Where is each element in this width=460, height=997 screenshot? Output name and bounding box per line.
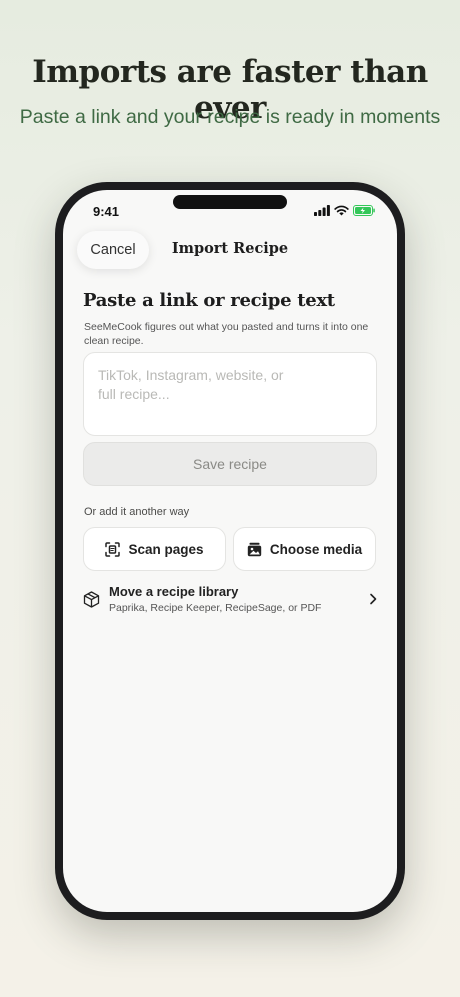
scan-icon (105, 541, 121, 557)
save-recipe-button[interactable]: Save recipe (83, 442, 377, 486)
section-description: SeeMeCook figures out what you pasted an… (84, 321, 369, 347)
dynamic-island (173, 195, 287, 209)
status-icons (314, 205, 375, 216)
promo-subhead: Paste a link and your recipe is ready in… (19, 106, 441, 128)
section-title: Paste a link or recipe text (83, 290, 335, 311)
library-title: Move a recipe library (109, 584, 239, 599)
recipe-link-input[interactable] (83, 352, 377, 436)
cancel-button[interactable]: Cancel (77, 231, 149, 269)
wifi-icon (334, 205, 349, 216)
battery-charging-icon (353, 205, 375, 216)
chevron-right-icon (369, 593, 377, 605)
status-time: 9:41 (93, 204, 120, 219)
choose-media-label: Choose media (269, 541, 363, 557)
choose-media-button[interactable]: Choose media (233, 527, 376, 571)
photo-library-icon (247, 542, 262, 557)
phone-screen: 9:41 Cancel Import Recipe Paste a link o… (63, 190, 397, 912)
signal-icon (314, 205, 330, 216)
phone-frame: 9:41 Cancel Import Recipe Paste a link o… (55, 182, 405, 920)
nav-title: Import Recipe (171, 240, 289, 257)
library-subtitle: Paprika, Recipe Keeper, RecipeSage, or P… (109, 602, 322, 614)
scan-pages-label: Scan pages (128, 541, 204, 557)
alternatives-label: Or add it another way (84, 506, 190, 518)
package-icon (83, 590, 100, 608)
library-text: Move a recipe library Paprika, Recipe Ke… (109, 584, 369, 614)
move-library-row[interactable]: Move a recipe library Paprika, Recipe Ke… (83, 582, 377, 616)
scan-pages-button[interactable]: Scan pages (83, 527, 226, 571)
